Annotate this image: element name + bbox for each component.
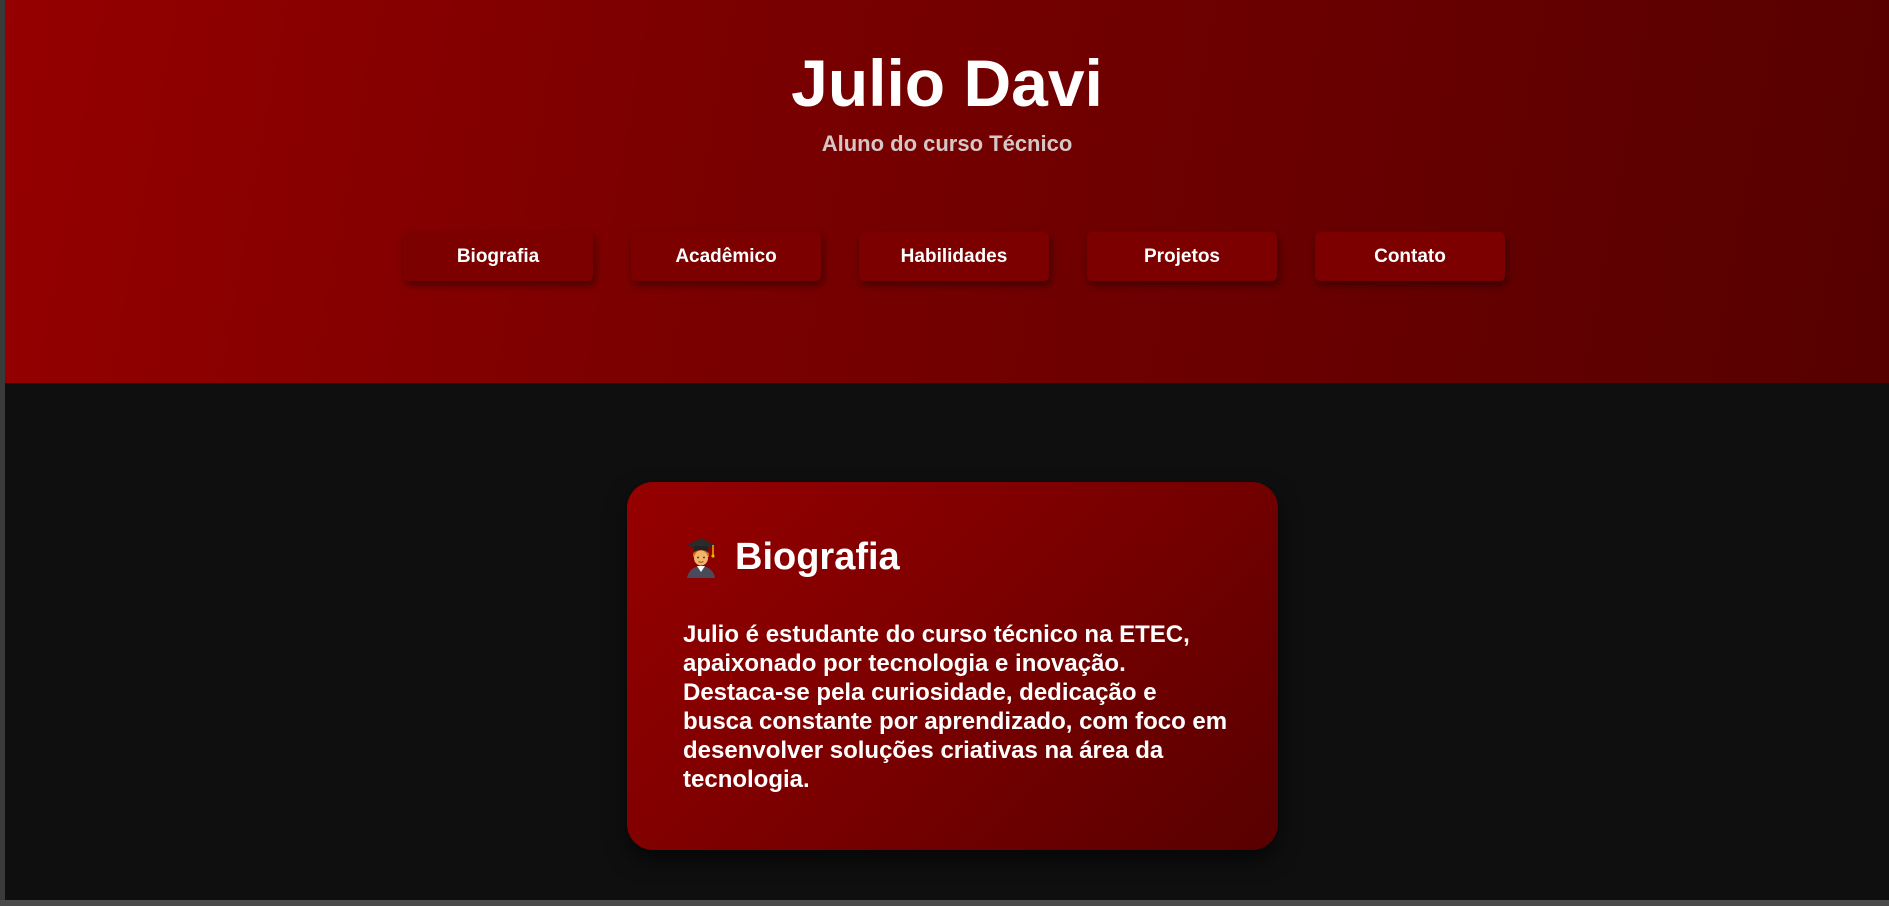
site-title: Julio Davi — [791, 46, 1103, 120]
student-graduate-icon — [683, 536, 719, 578]
biography-card: Biografia Julio é estudante do curso téc… — [627, 482, 1278, 850]
window-bottom-edge — [0, 900, 1889, 906]
hero-header: Julio Davi Aluno do curso Técnico Biogra… — [5, 0, 1889, 383]
card-header: Biografia — [683, 534, 1228, 580]
nav-button-habilidades[interactable]: Habilidades — [859, 232, 1049, 281]
nav-button-academico[interactable]: Acadêmico — [631, 232, 821, 281]
site-subtitle: Aluno do curso Técnico — [821, 131, 1073, 156]
biography-text: Julio é estudante do curso técnico na ET… — [683, 621, 1228, 793]
nav-button-biografia[interactable]: Biografia — [403, 232, 593, 281]
main-nav: Biografia Acadêmico Habilidades Projetos… — [403, 232, 1505, 281]
nav-button-contato[interactable]: Contato — [1315, 232, 1505, 281]
page: Julio Davi Aluno do curso Técnico Biogra… — [5, 0, 1889, 900]
nav-button-projetos[interactable]: Projetos — [1087, 232, 1277, 281]
card-title: Biografia — [735, 536, 900, 578]
